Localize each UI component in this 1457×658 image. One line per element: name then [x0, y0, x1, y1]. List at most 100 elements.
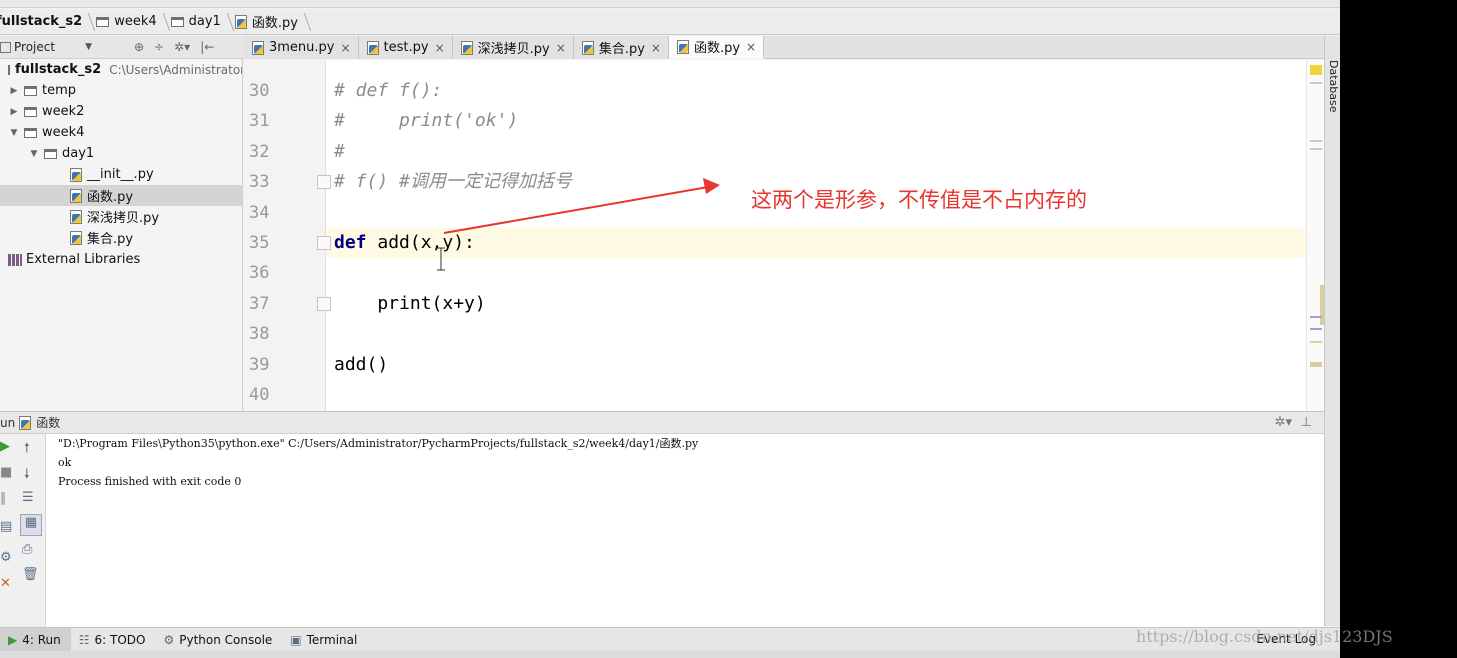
tab-label: 6: TODO: [94, 632, 146, 647]
folder-icon: [170, 16, 184, 27]
expand-arrow-icon[interactable]: ▶: [8, 86, 20, 96]
stripe-marker[interactable]: [1310, 82, 1322, 84]
python-file-icon: [70, 167, 82, 182]
pause-icon[interactable]: ∥: [0, 491, 7, 506]
tab-3menu[interactable]: 3menu.py ×: [244, 36, 359, 59]
stripe-marker[interactable]: [1310, 148, 1322, 150]
settings-gear-icon[interactable]: ✲▾: [1275, 415, 1292, 430]
dump-threads-icon[interactable]: ▤: [0, 519, 12, 534]
breadcrumb-day1[interactable]: day1: [165, 9, 229, 34]
pycharm-window: fullstack_s2 week4 day1 函数.py Project ▼ …: [0, 0, 1340, 658]
python-file-icon: [19, 415, 32, 430]
stripe-marker[interactable]: [1310, 341, 1322, 343]
tree-item-fullstack-s2[interactable]: fullstack_s2 C:\Users\Administrator: [0, 59, 243, 80]
tree-item-week2[interactable]: ▶ week2: [0, 101, 242, 122]
soft-wrap-icon[interactable]: ☰: [22, 490, 34, 505]
rerun-icon[interactable]: ▶: [0, 439, 10, 454]
python-file-icon: [366, 40, 379, 55]
print-icon[interactable]: ⎙: [22, 542, 32, 557]
project-view-selector[interactable]: Project: [0, 40, 55, 54]
stop-icon[interactable]: ■: [0, 465, 12, 480]
terminal-icon: ▣: [290, 632, 302, 647]
close-icon[interactable]: ✕: [0, 576, 11, 591]
tab-label: 4: Run: [22, 632, 61, 647]
tree-item-label: 深浅拷贝.py: [87, 211, 160, 226]
project-panel-header: Project ▼ ⊕ ÷ ✲▾ |←: [0, 36, 244, 59]
tree-item-hanshu-py[interactable]: 函数.py: [0, 185, 242, 206]
close-icon[interactable]: ×: [556, 41, 566, 55]
breadcrumb-file[interactable]: 函数.py: [229, 9, 306, 34]
stripe-marker[interactable]: [1310, 316, 1322, 318]
project-panel-tools: ⊕ ÷ ✲▾ |←: [134, 40, 214, 54]
folder-icon: [24, 106, 37, 117]
tree-item-label: 函数.py: [87, 190, 134, 205]
trash-icon[interactable]: 🗑: [22, 567, 39, 582]
tree-item-jihe-py[interactable]: 集合.py: [0, 227, 242, 248]
close-icon[interactable]: ×: [651, 41, 661, 55]
console-output[interactable]: "D:\Program Files\Python35\python.exe" C…: [46, 434, 1324, 627]
tab-todo[interactable]: ☷ 6: TODO: [71, 628, 156, 652]
folder-icon: [24, 85, 37, 96]
tab-shenqian-copy[interactable]: 深浅拷贝.py ×: [452, 36, 574, 59]
tree-item-week4[interactable]: ▼ week4: [0, 122, 242, 143]
hide-panel-icon[interactable]: |←: [200, 40, 214, 54]
breadcrumb-day1-label: day1: [188, 14, 221, 29]
tree-item-shenqian-py[interactable]: 深浅拷贝.py: [0, 206, 242, 227]
tab-label: 函数.py: [693, 41, 741, 56]
python-file-icon: [252, 40, 264, 55]
annotation-text: 这两个是形参，不传值是不占内存的: [751, 188, 1087, 212]
down-arrow-icon[interactable]: 🠗: [24, 465, 30, 487]
collapse-arrow-icon[interactable]: ▼: [28, 149, 40, 159]
close-icon[interactable]: ×: [341, 41, 351, 55]
tree-item-label: 集合.py: [87, 232, 134, 247]
todo-icon: ☷: [78, 632, 90, 647]
collapse-arrow-icon[interactable]: ▼: [8, 128, 20, 138]
tab-hanshu[interactable]: 函数.py ×: [668, 36, 765, 59]
run-panel-title-prefix: un: [0, 415, 16, 430]
tree-item-day1[interactable]: ▼ day1: [0, 143, 242, 164]
database-side-panel[interactable]: Database: [1324, 36, 1340, 626]
tab-jihe[interactable]: 集合.py ×: [573, 36, 669, 59]
code-editor[interactable]: 30 31 32 33 34 35 36 37 38 39 40 # def f…: [244, 60, 1324, 411]
database-tab-label[interactable]: Database: [1327, 60, 1340, 113]
error-stripe[interactable]: [1306, 60, 1324, 411]
tab-terminal[interactable]: ▣ Terminal: [282, 628, 367, 652]
up-arrow-icon[interactable]: 🠕: [24, 439, 30, 461]
breadcrumb-week4[interactable]: week4: [90, 9, 164, 34]
hide-panel-icon[interactable]: ⊥: [1301, 415, 1312, 430]
chevron-down-icon[interactable]: ▼: [85, 42, 92, 52]
tab-label: 集合.py: [598, 42, 645, 57]
tab-python-console[interactable]: ⚙ Python Console: [155, 628, 282, 652]
settings-gear-icon[interactable]: ✲▾: [174, 40, 190, 54]
tree-item-path: C:\Users\Administrator: [109, 62, 243, 77]
settings-icon[interactable]: ⚙: [0, 550, 12, 565]
tree-item-external-libraries[interactable]: External Libraries: [0, 249, 242, 270]
breadcrumb-file-label: 函数.py: [251, 16, 298, 31]
warning-marker[interactable]: [1310, 65, 1322, 75]
expand-arrow-icon[interactable]: ▶: [8, 107, 20, 117]
python-console-icon: ⚙: [163, 632, 175, 647]
tab-test[interactable]: test.py ×: [358, 36, 453, 59]
folder-icon: [44, 148, 57, 159]
tree-item-label: day1: [62, 146, 95, 161]
scroll-to-end-icon[interactable]: ▦: [20, 514, 42, 536]
stripe-marker[interactable]: [1310, 362, 1322, 367]
stripe-marker[interactable]: [1310, 140, 1322, 142]
stripe-marker[interactable]: [1310, 328, 1322, 330]
breadcrumb-project[interactable]: fullstack_s2: [0, 9, 90, 34]
scroll-from-source-icon[interactable]: ⊕: [134, 40, 144, 54]
collapse-all-icon[interactable]: ÷: [154, 40, 164, 54]
tab-label: 3menu.py: [269, 40, 335, 55]
tree-item-init-py[interactable]: __init__.py: [0, 164, 242, 185]
status-bar: [0, 651, 1340, 658]
tree-item-temp[interactable]: ▶ temp: [0, 80, 242, 101]
tab-run[interactable]: ▶ 4: Run: [0, 627, 71, 652]
library-icon: [8, 253, 22, 266]
watermark: https://blog.csdn.net/djs123DJS: [1136, 627, 1393, 646]
breadcrumb-project-label: fullstack_s2: [0, 14, 83, 29]
tree-item-label: week2: [42, 104, 85, 119]
tree-item-label: temp: [42, 83, 77, 98]
close-icon[interactable]: ×: [435, 41, 445, 55]
close-icon[interactable]: ×: [746, 40, 756, 54]
python-file-icon: [460, 40, 473, 55]
